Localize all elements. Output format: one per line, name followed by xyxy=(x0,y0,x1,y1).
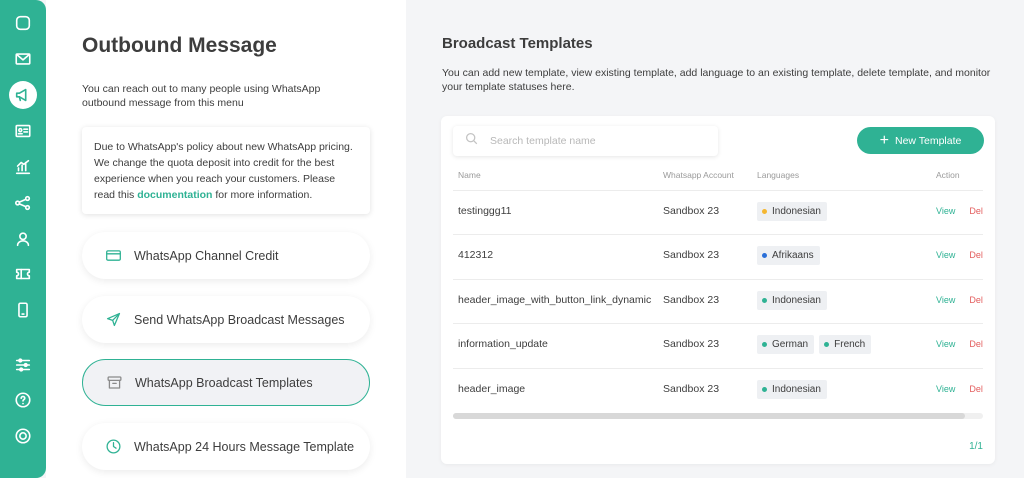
search-box xyxy=(453,126,718,156)
table-row[interactable]: 412312 Sandbox 23 Afrikaans View Del xyxy=(441,233,995,277)
table-row[interactable]: header_image Sandbox 23 Indonesian View D… xyxy=(441,367,995,411)
section-title: Broadcast Templates xyxy=(442,35,593,52)
menu-channel-credit[interactable]: WhatsApp Channel Credit xyxy=(82,232,370,279)
section-description: You can add new template, view existing … xyxy=(442,67,991,93)
template-name: 412312 xyxy=(458,249,494,261)
policy-notice: Due to WhatsApp's policy about new Whats… xyxy=(82,127,370,214)
delete-link[interactable]: Del xyxy=(969,206,983,216)
status-dot xyxy=(762,386,767,392)
table-row[interactable]: header_image_with_button_link_dynamic Sa… xyxy=(441,278,995,322)
status-dot xyxy=(762,341,767,347)
status-dot xyxy=(762,297,767,303)
chart-icon[interactable] xyxy=(9,153,37,181)
clock-icon xyxy=(104,438,122,456)
sliders-icon[interactable] xyxy=(9,351,37,379)
plus-icon: + xyxy=(879,131,889,149)
credit-card-icon xyxy=(104,247,122,265)
contact-card-icon[interactable] xyxy=(9,117,37,145)
language-tag: Indonesian xyxy=(757,290,827,310)
menu-label: WhatsApp Channel Credit xyxy=(134,248,279,263)
language-label: Afrikaans xyxy=(772,249,814,261)
template-languages: Indonesian xyxy=(757,278,832,322)
row-actions: View Del xyxy=(936,233,983,277)
template-languages: Afrikaans xyxy=(757,233,825,277)
delete-link[interactable]: Del xyxy=(969,339,983,349)
new-template-label: New Template xyxy=(895,134,962,147)
search-icon xyxy=(465,132,478,150)
row-actions: View Del xyxy=(936,189,983,233)
documentation-link[interactable]: documentation xyxy=(137,189,212,201)
row-actions: View Del xyxy=(936,322,983,366)
ticket-icon[interactable] xyxy=(9,260,37,288)
template-account: Sandbox 23 xyxy=(663,294,720,306)
template-account: Sandbox 23 xyxy=(663,383,720,395)
page-title: Outbound Message xyxy=(82,34,277,57)
language-tag: Indonesian xyxy=(757,201,827,221)
mobile-icon[interactable] xyxy=(9,296,37,324)
template-languages: German French xyxy=(757,322,876,366)
column-header-languages: Languages xyxy=(757,170,800,180)
language-tag: French xyxy=(819,334,872,354)
language-label: German xyxy=(772,338,809,350)
menu-broadcast-templates[interactable]: WhatsApp Broadcast Templates xyxy=(82,359,370,406)
status-dot xyxy=(762,252,767,258)
view-link[interactable]: View xyxy=(936,295,955,305)
send-icon xyxy=(104,311,122,329)
status-dot xyxy=(762,208,767,214)
view-link[interactable]: View xyxy=(936,250,955,260)
row-actions: View Del xyxy=(936,278,983,322)
user-icon[interactable] xyxy=(9,225,37,253)
template-name: information_update xyxy=(458,338,548,350)
view-link[interactable]: View xyxy=(936,384,955,394)
language-label: Indonesian xyxy=(772,294,821,306)
language-label: Indonesian xyxy=(772,383,821,395)
table-row[interactable]: testinggg11 Sandbox 23 Indonesian View De… xyxy=(441,189,995,233)
delete-link[interactable]: Del xyxy=(969,295,983,305)
power-icon[interactable] xyxy=(9,422,37,450)
templates-card: + New Template Name Whatsapp Account Lan… xyxy=(441,116,995,464)
view-link[interactable]: View xyxy=(936,206,955,216)
share-icon[interactable] xyxy=(9,189,37,217)
language-label: Indonesian xyxy=(772,205,821,217)
language-tag: German xyxy=(757,334,815,354)
language-label: French xyxy=(834,338,866,350)
menu-label: WhatsApp Broadcast Templates xyxy=(135,375,313,390)
help-icon[interactable] xyxy=(9,386,37,414)
column-header-action: Action xyxy=(936,170,960,180)
chat-icon[interactable] xyxy=(9,9,37,37)
menu-label: Send WhatsApp Broadcast Messages xyxy=(134,312,345,327)
template-languages: Indonesian xyxy=(757,189,832,233)
template-name: testinggg11 xyxy=(458,205,512,217)
sidebar xyxy=(0,0,46,478)
menu-24h-template[interactable]: WhatsApp 24 Hours Message Template xyxy=(82,423,370,470)
template-name: header_image xyxy=(458,383,526,395)
new-template-button[interactable]: + New Template xyxy=(857,127,984,154)
page-description: You can reach out to many people using W… xyxy=(82,83,321,109)
template-languages: Indonesian xyxy=(757,367,832,411)
outbound-panel: Outbound Message You can reach out to ma… xyxy=(46,0,406,478)
template-name: header_image_with_button_link_dynamic xyxy=(458,294,652,306)
notice-tail: for more information. xyxy=(212,189,313,201)
language-tag: Afrikaans xyxy=(757,245,820,265)
view-link[interactable]: View xyxy=(936,339,955,349)
status-dot xyxy=(824,341,830,347)
pagination: 1/1 xyxy=(969,441,983,452)
menu-send-broadcast[interactable]: Send WhatsApp Broadcast Messages xyxy=(82,296,370,343)
menu-label: WhatsApp 24 Hours Message Template xyxy=(134,439,355,454)
delete-link[interactable]: Del xyxy=(969,384,983,394)
template-account: Sandbox 23 xyxy=(663,205,720,217)
column-header-account: Whatsapp Account xyxy=(663,170,734,180)
horizontal-scrollbar[interactable] xyxy=(453,413,965,419)
search-input[interactable] xyxy=(490,135,690,147)
table-row[interactable]: information_update Sandbox 23 German Fre… xyxy=(441,322,995,366)
delete-link[interactable]: Del xyxy=(969,250,983,260)
template-account: Sandbox 23 xyxy=(663,338,720,350)
archive-icon xyxy=(105,374,123,392)
mail-icon[interactable] xyxy=(9,45,37,73)
row-actions: View Del xyxy=(936,367,983,411)
column-header-name: Name xyxy=(458,170,481,180)
template-account: Sandbox 23 xyxy=(663,249,720,261)
language-tag: Indonesian xyxy=(757,379,827,399)
megaphone-icon[interactable] xyxy=(9,81,37,109)
